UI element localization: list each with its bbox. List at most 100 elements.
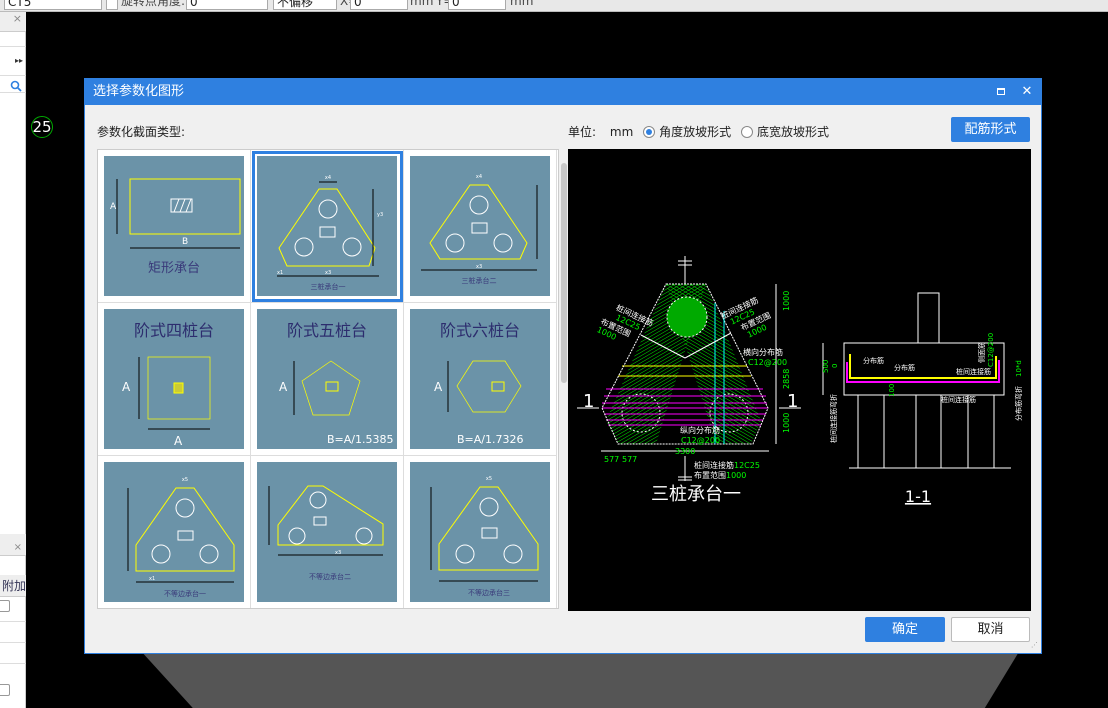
sec-10d: 10*d xyxy=(1015,360,1023,377)
sec-dim-500: 500 xyxy=(822,360,830,373)
shape-label: 阶式五桩台 xyxy=(287,321,367,340)
radio-bottom-width-slope[interactable]: 底宽放坡形式 xyxy=(740,125,829,139)
shape-three-pile-cap-1[interactable]: x4 x3 x1 y3 三桩承台一 xyxy=(251,150,404,303)
shape-stepped-five-pile[interactable]: 阶式五桩台 A B=A/1.5385 xyxy=(251,303,404,456)
formula-label: B=A/1.5385 xyxy=(327,433,393,446)
radio-checked-icon xyxy=(643,126,656,138)
dim-bottom: 1000 xyxy=(782,413,791,433)
scrollbar-thumb[interactable] xyxy=(561,163,567,383)
dim-mid: 2858 xyxy=(782,369,791,389)
sec-side-label: 侧面筋 xyxy=(977,342,986,363)
shape-label: 阶式六桩台 xyxy=(440,321,520,340)
y-input[interactable]: 0 xyxy=(448,0,506,10)
dim-label: A xyxy=(174,434,183,448)
dim-label: A xyxy=(279,380,288,394)
dim-width: 3300 xyxy=(675,447,695,456)
longitudinal-rebar-label: 纵向分布筋 xyxy=(680,425,720,435)
dim-label: x5 xyxy=(486,476,492,482)
dim-577: 577 xyxy=(604,455,619,464)
name-input[interactable]: CT5 xyxy=(4,0,102,10)
dim-label: x3 xyxy=(476,264,482,270)
shape-label: 三桩承台一 xyxy=(311,282,346,291)
maximize-button[interactable] xyxy=(989,79,1013,105)
ok-button[interactable]: 确定 xyxy=(865,617,945,642)
shape-grid: A B 矩形承台 x4 x3 x1 y3 三桩承台一 x4 x3 三桩承台二 阶… xyxy=(97,149,559,609)
dim-top: 1000 xyxy=(782,291,791,311)
shape-unequal-cap-3[interactable]: x5 不等边承台三 xyxy=(404,456,557,608)
three-pile-cap-2-thumbnail: x4 x3 三桩承台二 xyxy=(410,156,550,296)
dim-label: A xyxy=(122,380,131,394)
sec-conn-bottom-label: 桩间连接筋 xyxy=(941,395,976,404)
dim-label: x1 xyxy=(149,576,155,582)
shape-label: 不等边承台三 xyxy=(468,588,510,597)
shape-preview: 1 1 桩间连接筋 12C25 布置范围 1000 桩间连接筋 12C25 布置… xyxy=(568,149,1031,611)
unit-row: 单位: mm 角度放坡形式 底宽放坡形式 xyxy=(568,123,829,140)
dim-label: x5 xyxy=(182,477,188,483)
3d-slab xyxy=(140,650,1020,708)
rotate-checkbox[interactable] xyxy=(106,0,118,10)
rect-cap-thumbnail: A B 矩形承台 xyxy=(104,156,244,296)
transverse-rebar-label: 横向分布筋 xyxy=(743,347,783,357)
sec-conn-label: 桩间连接筋 xyxy=(956,367,991,376)
sec-bend-right: 分布筋弯折 xyxy=(1014,386,1023,421)
shape-three-pile-cap-2[interactable]: x4 x3 三桩承台二 xyxy=(404,150,557,303)
section-title: 1-1 xyxy=(905,487,931,506)
rebar-form-button[interactable]: 配筋形式 xyxy=(951,117,1030,142)
row-checkbox[interactable] xyxy=(0,600,10,612)
dim-label: x1 xyxy=(277,270,283,276)
dialog-titlebar: 选择参数化图形 ✕ xyxy=(85,79,1041,105)
stepped-four-pile-thumbnail: 阶式四桩台 A A xyxy=(104,309,244,449)
left-panel: × ▸▸ × 附加 xyxy=(0,12,26,708)
stepped-five-pile-thumbnail: 阶式五桩台 A B=A/1.5385 xyxy=(257,309,397,449)
dim-label: x4 xyxy=(476,174,482,180)
dim-label: B xyxy=(182,237,188,247)
bottom-panel-close[interactable]: × xyxy=(0,542,26,556)
section-type-label: 参数化截面类型: xyxy=(97,125,186,139)
x-input[interactable]: 0 xyxy=(350,0,408,10)
shape-label: 三桩承台二 xyxy=(462,276,497,285)
dim-label: A xyxy=(110,202,117,212)
maximize-icon xyxy=(997,88,1005,95)
shape-stepped-four-pile[interactable]: 阶式四桩台 A A xyxy=(98,303,251,456)
unequal-cap-1-thumbnail: x5 x1 不等边承台一 xyxy=(104,462,244,602)
longitudinal-rebar-spec: C12@200 xyxy=(681,436,720,445)
shape-label: 矩形承台 xyxy=(148,261,200,276)
row-checkbox[interactable] xyxy=(0,684,10,696)
shape-unequal-cap-1[interactable]: x5 x1 不等边承台一 xyxy=(98,456,251,608)
rotate-input[interactable]: 0 xyxy=(186,0,268,10)
radio-unchecked-icon xyxy=(740,126,753,138)
unequal-cap-3-thumbnail: x5 不等边承台三 xyxy=(410,462,550,602)
expand-button[interactable]: ▸▸ xyxy=(0,46,26,76)
unit-value: mm xyxy=(609,125,634,139)
search-icon[interactable] xyxy=(10,80,22,92)
panel-close-button[interactable]: × xyxy=(0,12,26,32)
preview-drawing: 1 1 桩间连接筋 12C25 布置范围 1000 桩间连接筋 12C25 布置… xyxy=(577,256,1023,506)
shape-unequal-cap-2[interactable]: x3 不等边承台二 xyxy=(251,456,404,608)
unit-label: 单位: xyxy=(568,125,597,139)
dim-label: x4 xyxy=(325,175,331,181)
radio-angle-slope[interactable]: 角度放坡形式 xyxy=(643,125,731,139)
dim-577: 577 xyxy=(622,455,637,464)
sec-side-spec: C12@200 xyxy=(987,333,995,367)
shape-stepped-six-pile[interactable]: 阶式六桩台 A B=A/1.7326 xyxy=(404,303,557,456)
dim-label: A xyxy=(434,380,443,394)
shape-rect-cap[interactable]: A B 矩形承台 xyxy=(98,150,251,303)
cancel-button[interactable]: 取消 xyxy=(951,617,1030,642)
transverse-rebar-spec: C12@200 xyxy=(748,358,787,367)
dialog-title: 选择参数化图形 xyxy=(93,84,185,99)
column-header-extra: 附加 xyxy=(0,575,26,597)
sec-dist-label: 分布筋 xyxy=(863,356,884,365)
offset-select[interactable]: 不偏移 xyxy=(273,0,337,10)
resize-grip-icon[interactable]: ⋰ xyxy=(1031,642,1039,651)
x-unit: mm xyxy=(410,0,434,8)
section-drawing xyxy=(822,292,1011,469)
sec-bend-left: 桩间连接筋弯折 xyxy=(829,394,838,443)
close-button[interactable]: ✕ xyxy=(1015,79,1039,105)
axis-marker: 25 xyxy=(31,116,53,138)
shape-label: 不等边承台二 xyxy=(309,572,351,581)
radio-label: 角度放坡形式 xyxy=(659,125,732,139)
stepped-six-pile-thumbnail: 阶式六桩台 A B=A/1.7326 xyxy=(410,309,550,449)
pile-top xyxy=(666,296,708,338)
dim-label: x3 xyxy=(335,550,341,556)
select-parametric-shape-dialog: 选择参数化图形 ✕ 参数化截面类型: 单位: mm 角度放坡形式 底宽放坡形式 … xyxy=(84,78,1042,654)
